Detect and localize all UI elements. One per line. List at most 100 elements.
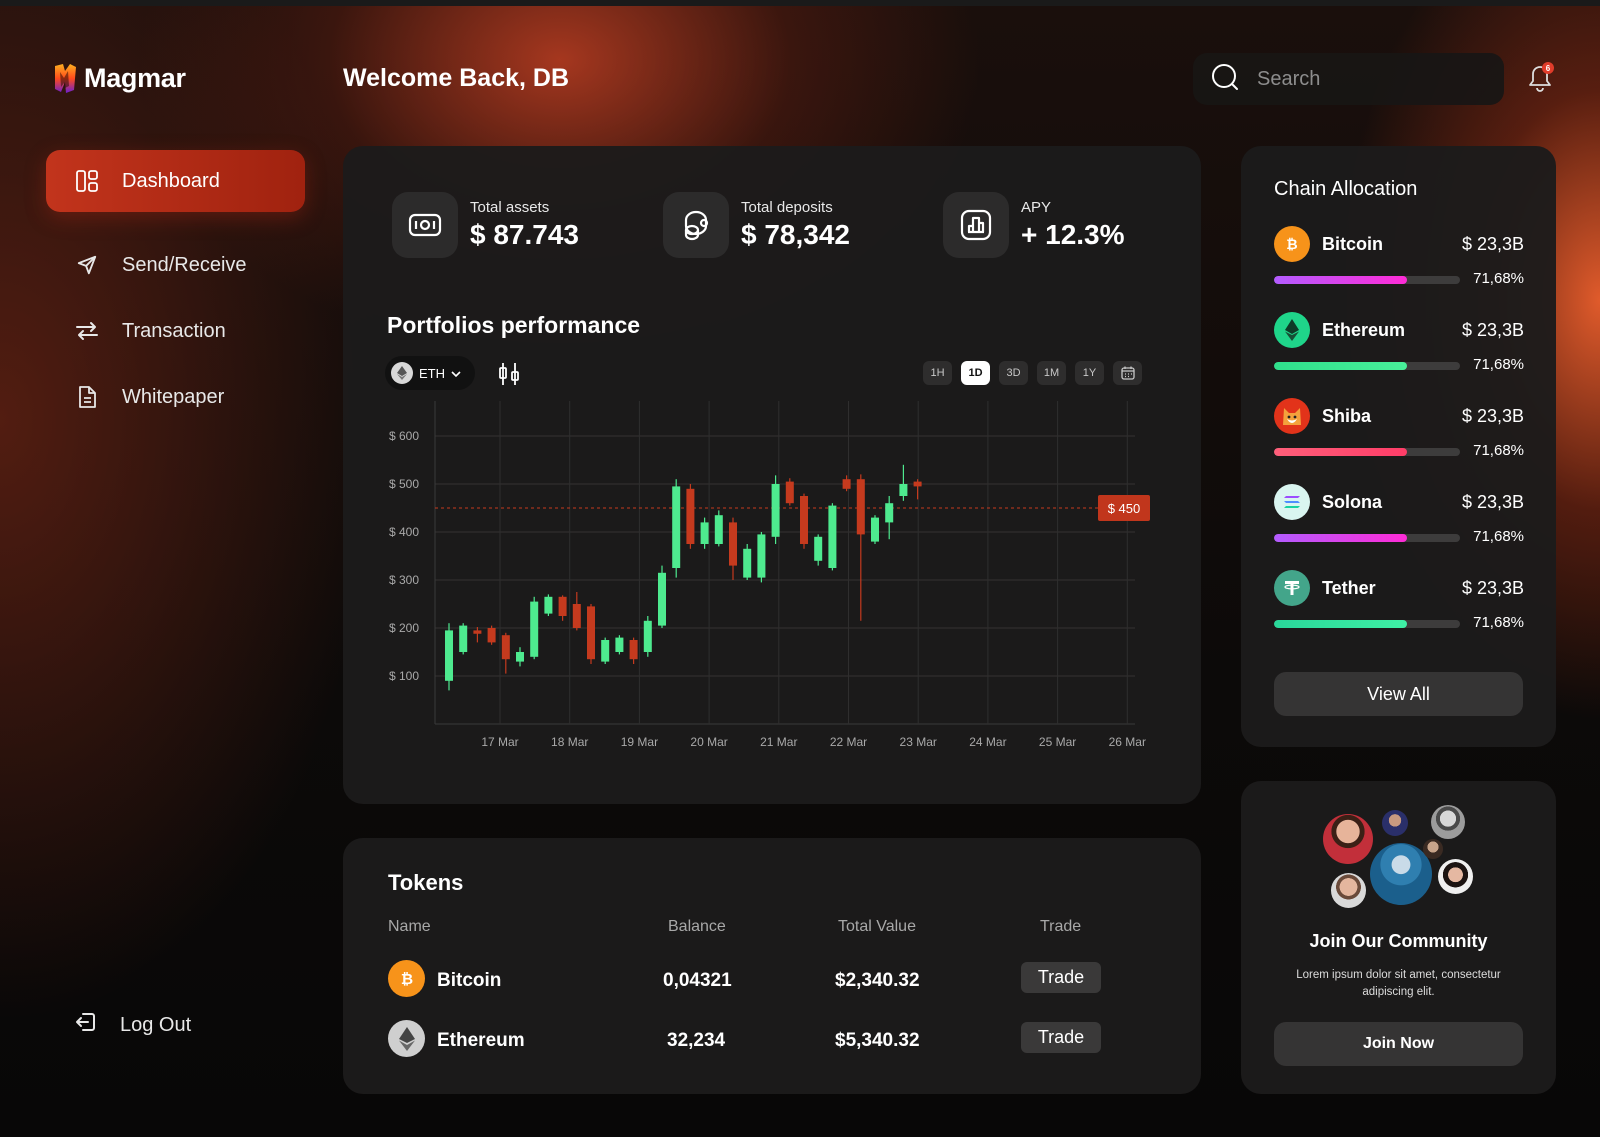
candle-body: [757, 534, 766, 578]
avatar: [1323, 814, 1373, 864]
allocation-bar: [1274, 534, 1460, 542]
ethereum-icon: [388, 1020, 425, 1057]
time-range-selector: 1H 1D 3D 1M 1Y: [923, 361, 1142, 385]
logout-button[interactable]: Log Out: [74, 1010, 191, 1040]
candle-body: [445, 630, 453, 681]
allocation-bar: [1274, 362, 1460, 370]
document-icon: [74, 384, 100, 410]
chain-percent: 71,68%: [1473, 442, 1524, 459]
chain-name: Shiba: [1322, 406, 1372, 426]
range-button-1y[interactable]: 1Y: [1075, 361, 1104, 385]
x-tick-label: 25 Mar: [1039, 735, 1076, 749]
candlestick-toggle-icon[interactable]: [497, 361, 521, 387]
candle-body: [729, 522, 737, 566]
token-value: $2,340.32: [835, 970, 920, 991]
chain-item-bitcoin[interactable]: ₿ Bitcoin $ 23,3B 71,68%: [1274, 226, 1524, 296]
search-bar[interactable]: [1193, 53, 1504, 105]
candle-body: [700, 522, 709, 544]
chain-item-solona[interactable]: Solona $ 23,3B 71,68%: [1274, 484, 1524, 554]
candle-body: [913, 481, 922, 487]
community-title: Join Our Community: [1309, 931, 1488, 951]
avatar: [1423, 839, 1443, 859]
candle-body: [487, 628, 496, 643]
column-header-total-value: Total Value: [838, 918, 916, 935]
candle-body: [572, 604, 581, 628]
allocation-bar-fill: [1274, 276, 1408, 284]
range-button-3d[interactable]: 3D: [999, 361, 1028, 385]
column-header-balance: Balance: [668, 918, 726, 935]
x-tick-label: 23 Mar: [900, 735, 937, 749]
stat-label: Total assets: [470, 199, 550, 216]
allocation-bar-fill: [1274, 534, 1408, 542]
calendar-icon[interactable]: [1113, 361, 1142, 385]
y-tick-label: $ 500: [389, 477, 419, 491]
y-tick-label: $ 300: [389, 573, 419, 587]
avatar: [1382, 810, 1408, 836]
candle-body: [516, 652, 524, 662]
svg-text:₿: ₿: [400, 970, 412, 988]
trade-button[interactable]: Trade: [1021, 962, 1101, 993]
candle-body: [615, 637, 624, 652]
allocation-bar: [1274, 276, 1460, 284]
allocation-bar-fill: [1274, 362, 1408, 370]
x-tick-label: 18 Mar: [551, 735, 588, 749]
chain-item-shiba[interactable]: Shiba $ 23,3B 71,68%: [1274, 398, 1524, 468]
logout-icon: [74, 1010, 98, 1040]
candle-body: [587, 606, 595, 660]
range-button-1h[interactable]: 1H: [923, 361, 952, 385]
candle-body: [629, 640, 638, 660]
column-header-trade: Trade: [1040, 918, 1082, 935]
candlestick-chart[interactable]: $ 600 $ 500 $ 400 $ 300 $ 200 $ 100 17 Mar 18 M…: [343, 396, 1201, 796]
x-tick-label: 17 Mar: [481, 735, 518, 749]
trade-button[interactable]: Trade: [1021, 1022, 1101, 1053]
price-tag-label: $ 450: [1108, 501, 1141, 516]
x-tick-label: 22 Mar: [830, 735, 867, 749]
chain-allocation-title: Chain Allocation: [1274, 178, 1418, 200]
asset-select[interactable]: ETH: [385, 356, 475, 390]
stat-value: + 12.3%: [1021, 219, 1125, 250]
join-now-button[interactable]: Join Now: [1274, 1022, 1523, 1066]
ethereum-icon: [1274, 312, 1310, 348]
chain-percent: 71,68%: [1473, 356, 1524, 373]
sidebar-item-label: Send/Receive: [122, 253, 247, 276]
y-tick-label: $ 100: [389, 669, 419, 683]
stat-value: $ 87.743: [470, 219, 579, 250]
candle-body: [714, 515, 723, 544]
app-logo[interactable]: Magmar: [52, 62, 186, 94]
candle-body: [800, 496, 808, 544]
candle-body: [558, 596, 567, 616]
candle-body: [672, 486, 681, 568]
sidebar-item-whitepaper[interactable]: Whitepaper: [46, 366, 305, 428]
bitcoin-icon: ₿: [1274, 226, 1310, 262]
view-all-button[interactable]: View All: [1274, 672, 1523, 716]
svg-text:₿: ₿: [1286, 237, 1297, 253]
range-button-1d[interactable]: 1D: [961, 361, 990, 385]
welcome-title: Welcome Back, DB: [343, 64, 570, 92]
chain-name: Bitcoin: [1322, 234, 1383, 254]
sidebar-nav: Dashboard Send/Receive Transaction White…: [46, 150, 305, 428]
candle-body: [658, 572, 666, 626]
range-button-1m[interactable]: 1M: [1037, 361, 1066, 385]
search-input[interactable]: [1257, 67, 1477, 91]
bar-chart-icon: [943, 192, 1009, 258]
avatar: [1431, 805, 1465, 839]
sidebar-item-dashboard[interactable]: Dashboard: [46, 150, 305, 212]
tokens-title: Tokens: [388, 870, 464, 895]
chain-amount: $ 23,3B: [1461, 578, 1524, 598]
dashboard-icon: [74, 168, 100, 194]
sidebar-item-send-receive[interactable]: Send/Receive: [46, 234, 305, 296]
notifications-button[interactable]: 6: [1527, 62, 1555, 94]
asset-select-value: ETH: [419, 365, 445, 381]
chain-item-ethereum[interactable]: Ethereum $ 23,3B 71,68%: [1274, 312, 1524, 382]
candle-body: [743, 548, 752, 578]
sidebar-item-label: Whitepaper: [122, 385, 225, 408]
chain-amount: $ 23,3B: [1461, 234, 1524, 254]
x-tick-label: 19 Mar: [621, 735, 658, 749]
sidebar-item-transaction[interactable]: Transaction: [46, 300, 305, 362]
chain-item-tether[interactable]: Tether $ 23,3B 71,68%: [1274, 570, 1524, 640]
tokens-card: Tokens Name Balance Total Value Trade ₿ …: [343, 838, 1201, 1094]
chain-percent: 71,68%: [1473, 614, 1524, 631]
token-value: $5,340.32: [835, 1030, 920, 1051]
stat-label: APY: [1021, 199, 1052, 216]
candle-body: [473, 630, 482, 634]
